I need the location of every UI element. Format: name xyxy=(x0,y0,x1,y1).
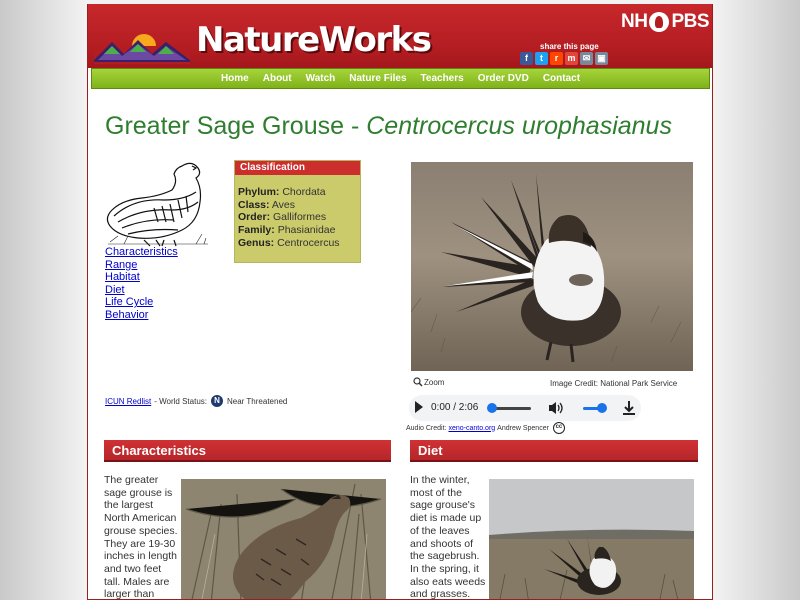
audio-credit-name: Andrew Spencer xyxy=(497,424,549,432)
nh-text: NH xyxy=(621,11,648,32)
sunset-mountains-logo[interactable] xyxy=(94,28,190,64)
female-sage-grouse-photo[interactable] xyxy=(181,479,386,600)
nhpbs-logo[interactable]: NH PBS xyxy=(621,11,710,33)
main-nav: Home About Watch Nature Files Teachers O… xyxy=(91,68,710,89)
classification-box: Classification Phylum: Chordata Class: A… xyxy=(234,160,361,263)
classification-body: Phylum: Chordata Class: Aves Order: Gall… xyxy=(235,175,360,250)
xeno-canto-link[interactable]: xeno-canto.org xyxy=(448,425,495,432)
section-links: Characteristics Range Habitat Diet Life … xyxy=(105,246,178,322)
status-value: Near Threatened xyxy=(227,396,288,406)
audio-progress-thumb[interactable] xyxy=(487,403,497,413)
volume-slider[interactable] xyxy=(583,403,607,413)
volume-thumb[interactable] xyxy=(597,403,607,413)
audio-progress-bar[interactable] xyxy=(487,403,531,413)
audio-player: 0:00 / 2:06 xyxy=(409,395,641,421)
male-sage-grouse-photo[interactable] xyxy=(411,162,693,371)
email-icon[interactable]: ✉ xyxy=(580,52,593,65)
reddit-icon[interactable]: r xyxy=(550,52,563,65)
magnifier-icon xyxy=(413,377,423,387)
link-characteristics[interactable]: Characteristics xyxy=(105,246,178,259)
common-name: Greater Sage Grouse - xyxy=(105,112,367,140)
audio-time: 0:00 / 2:06 xyxy=(431,402,479,413)
scientific-name: Centrocercus urophasianus xyxy=(366,112,672,140)
zoom-button[interactable]: Zoom xyxy=(413,377,444,387)
image-credit: Image Credit: National Park Service xyxy=(550,379,678,388)
classification-row-order: Order: Galliformes xyxy=(238,211,327,224)
characteristics-heading: Characteristics xyxy=(104,440,391,462)
nav-item-nature-files[interactable]: Nature Files xyxy=(349,73,406,84)
pbs-head-icon xyxy=(649,12,670,32)
pbs-text: PBS xyxy=(671,11,710,32)
nav-item-home[interactable]: Home xyxy=(221,73,249,84)
link-diet[interactable]: Diet xyxy=(105,284,178,297)
play-icon[interactable] xyxy=(415,401,423,413)
classification-row-class: Class: Aves xyxy=(238,198,296,211)
nav-item-teachers[interactable]: Teachers xyxy=(421,73,464,84)
audio-credit: Audio Credit: xeno-canto.org Andrew Spen… xyxy=(406,422,565,434)
share-icons: f t r m ✉ ▣ xyxy=(520,52,608,65)
page-title: Greater Sage Grouse - Centrocercus uroph… xyxy=(105,112,672,141)
grouse-sketch-illustration xyxy=(106,162,208,247)
displaying-grouse-photo[interactable] xyxy=(489,479,694,600)
nav-item-order-dvd[interactable]: Order DVD xyxy=(478,73,529,84)
icun-redlist-link[interactable]: ICUN Redlist xyxy=(105,397,151,406)
link-habitat[interactable]: Habitat xyxy=(105,271,178,284)
site-header: NatureWorks NH PBS share this page f t r… xyxy=(88,4,712,68)
classification-row-family: Family: Phasianidae xyxy=(238,224,336,237)
zoom-label: Zoom xyxy=(424,377,445,387)
mix-icon[interactable]: m xyxy=(565,52,578,65)
diet-heading: Diet xyxy=(410,440,698,462)
page-container: NatureWorks NH PBS share this page f t r… xyxy=(87,4,713,600)
download-icon[interactable] xyxy=(622,400,636,416)
link-life-cycle[interactable]: Life Cycle xyxy=(105,296,178,309)
classification-row-phylum: Phylum: Chordata xyxy=(238,186,326,198)
share-label: share this page xyxy=(540,42,599,51)
audio-credit-prefix: Audio Credit: xyxy=(406,424,447,432)
nav-item-contact[interactable]: Contact xyxy=(543,73,580,84)
creative-commons-icon[interactable]: cc xyxy=(552,422,565,434)
volume-icon[interactable] xyxy=(548,401,564,415)
site-title[interactable]: NatureWorks xyxy=(196,20,432,60)
status-badge-icon: N xyxy=(211,395,223,407)
link-behavior[interactable]: Behavior xyxy=(105,309,178,322)
diet-text: In the winter, most of the sage grouse's… xyxy=(410,474,486,600)
characteristics-text: The greater sage grouse is the largest N… xyxy=(104,474,178,600)
print-icon[interactable]: ▣ xyxy=(595,52,608,65)
classification-heading: Classification xyxy=(235,161,360,175)
conservation-status: ICUN Redlist - World Status: N Near Thre… xyxy=(105,395,287,407)
nav-item-about[interactable]: About xyxy=(263,73,292,84)
link-range[interactable]: Range xyxy=(105,259,178,272)
twitter-icon[interactable]: t xyxy=(535,52,548,65)
classification-row-genus: Genus: Centrocercus xyxy=(238,236,340,249)
nav-item-watch[interactable]: Watch xyxy=(306,73,336,84)
facebook-icon[interactable]: f xyxy=(520,52,533,65)
status-label: - World Status: xyxy=(154,396,207,406)
